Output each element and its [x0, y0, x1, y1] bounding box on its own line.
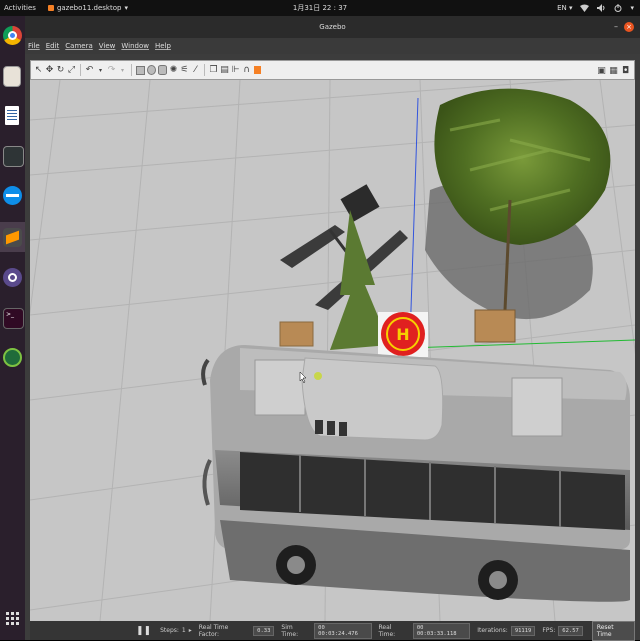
teamviewer-icon[interactable]: [3, 186, 22, 205]
pause-icon[interactable]: ❚❚: [136, 626, 151, 636]
align-icon[interactable]: ⊩: [231, 65, 240, 76]
terminal-icon[interactable]: >_: [3, 308, 24, 329]
real-time-label: Real Time:: [378, 623, 396, 638]
screenshot-icon[interactable]: ▣: [597, 65, 606, 76]
terminal-window-icon[interactable]: [3, 146, 24, 167]
menu-view[interactable]: View: [99, 42, 116, 50]
close-button[interactable]: ×: [624, 22, 634, 32]
menu-window[interactable]: Window: [121, 42, 149, 50]
small-box: [279, 321, 314, 347]
real-time-factor-label: Real Time Factor:: [198, 623, 229, 638]
fps-value: 62.57: [558, 625, 583, 636]
menu-bar: File Edit Camera View Window Help: [25, 38, 640, 54]
menu-file[interactable]: File: [28, 42, 40, 50]
sim-time-label: Sim Time:: [281, 623, 299, 638]
cylinder-icon[interactable]: [158, 65, 167, 76]
chevron-right-icon[interactable]: ▸: [189, 627, 192, 634]
input-method-indicator[interactable]: EN ▾: [557, 4, 572, 12]
landing-pad: H: [378, 312, 428, 357]
system-tray[interactable]: EN ▾ ▾: [557, 0, 634, 16]
log-icon[interactable]: ▦: [609, 65, 618, 76]
toolbar-separator: [204, 64, 205, 76]
scale-icon[interactable]: ⤢: [67, 65, 76, 76]
camera-mode-icon[interactable]: [253, 65, 262, 76]
gazebo-window: Gazebo – × File Edit Camera View Window …: [25, 16, 640, 641]
toolbar-separator: [80, 64, 81, 76]
chevron-down-icon[interactable]: ▾: [96, 65, 105, 76]
top-bar: Activities gazebo11.desktop ▾ 1月31日 22 :…: [0, 0, 640, 16]
window-titlebar[interactable]: Gazebo – ×: [25, 16, 640, 38]
chevron-down-icon[interactable]: ▾: [118, 65, 127, 76]
undo-icon[interactable]: ↶: [85, 65, 94, 76]
menu-help[interactable]: Help: [155, 42, 171, 50]
directional-light-icon[interactable]: ⁄: [191, 65, 200, 76]
reset-time-button[interactable]: Reset Time: [591, 620, 635, 641]
app-menu-label: gazebo11.desktop: [56, 4, 122, 12]
chevron-down-icon[interactable]: ▾: [630, 4, 634, 12]
app-menu[interactable]: gazebo11.desktop ▾: [47, 4, 128, 12]
gazebo-small-icon: [47, 5, 54, 11]
network-icon[interactable]: [580, 4, 590, 12]
sublime-icon[interactable]: [3, 228, 22, 247]
iterations-label: Iterations:: [477, 627, 508, 634]
spot-light-icon[interactable]: ⚟: [180, 65, 189, 76]
sim-time-value: 00 00:03:24.476: [314, 622, 372, 639]
volume-icon[interactable]: [597, 4, 606, 12]
toolbar: ↖ ✥ ↻ ⤢ ↶ ▾ ↷ ▾ ✺ ⚟ ⁄ ❐ ▤ ⊩ ∩ ▣ ▦ ◘: [30, 60, 635, 80]
wooden-crate: [474, 309, 516, 343]
record-icon[interactable]: ◘: [621, 65, 630, 76]
iterations-value: 91119: [510, 625, 536, 636]
toolbar-right: ▣ ▦ ◘: [597, 65, 630, 76]
chrome-icon[interactable]: [3, 26, 22, 45]
activities-button[interactable]: Activities: [4, 4, 36, 12]
rotate-icon[interactable]: ↻: [56, 65, 65, 76]
3d-viewport[interactable]: H: [30, 80, 635, 621]
toolbar-separator: [131, 64, 132, 76]
text-editor-icon[interactable]: [5, 106, 19, 125]
status-bar: ❚❚ Steps: 1 ▸ Real Time Factor: 0.33 Sim…: [30, 620, 635, 641]
steps-value[interactable]: 1: [182, 627, 186, 634]
bus-model: [201, 345, 630, 602]
app-grid-icon[interactable]: [6, 612, 19, 625]
gazebo-icon[interactable]: [3, 268, 22, 287]
select-icon[interactable]: ↖: [34, 65, 43, 76]
copy-icon[interactable]: ❐: [209, 65, 218, 76]
dock: >_: [0, 16, 25, 640]
translate-icon[interactable]: ✥: [45, 65, 54, 76]
power-icon[interactable]: [614, 4, 622, 12]
menu-camera[interactable]: Camera: [65, 42, 92, 50]
qgroundcontrol-icon[interactable]: [3, 348, 22, 367]
real-time-factor-value: 0.33: [253, 625, 275, 636]
fps-label: FPS:: [542, 627, 556, 634]
point-light-icon[interactable]: ✺: [169, 65, 178, 76]
window-title: Gazebo: [319, 23, 346, 31]
real-time-value: 00 00:03:33.118: [412, 622, 471, 639]
chevron-down-icon: ▾: [124, 4, 128, 12]
box-icon[interactable]: [136, 65, 145, 76]
sphere-icon[interactable]: [147, 65, 156, 76]
minimize-button[interactable]: –: [614, 22, 618, 31]
redo-icon[interactable]: ↷: [107, 65, 116, 76]
steps-label: Steps:: [160, 627, 179, 634]
snap-icon[interactable]: ∩: [242, 65, 251, 76]
paste-icon[interactable]: ▤: [220, 65, 229, 76]
scene-render[interactable]: H: [30, 80, 635, 621]
landing-pad-letter: H: [396, 325, 409, 344]
files-icon[interactable]: [3, 66, 21, 87]
menu-edit[interactable]: Edit: [46, 42, 60, 50]
